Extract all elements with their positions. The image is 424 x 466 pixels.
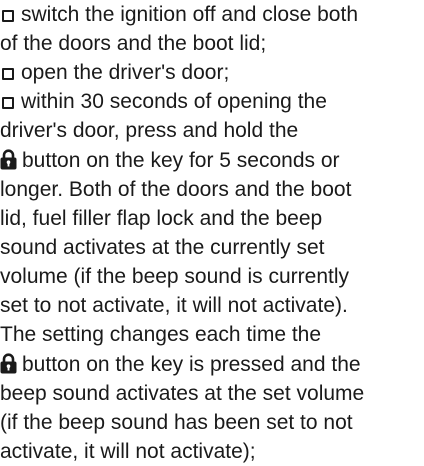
step-3-text-3: button on the key for 5 seconds or xyxy=(22,149,340,172)
padlock-icon xyxy=(0,149,17,170)
step-3-line-9: The setting changes each time the xyxy=(0,320,321,349)
step-2-line-1: open the driver's door; xyxy=(0,58,229,87)
step-1-text-2: of the doors and the boot lid; xyxy=(0,32,267,55)
step-1-text-1: switch the ignition off and close both xyxy=(21,3,358,26)
step-3-text-6: sound activates at the currently set xyxy=(0,236,325,259)
step-3-line-12: (if the beep sound has been set to not xyxy=(0,408,353,437)
step-3-text-12: (if the beep sound has been set to not xyxy=(0,411,353,434)
step-3-text-7: volume (if the beep sound is currently xyxy=(0,265,350,288)
step-3-line-13: activate, it will not activate); xyxy=(0,437,256,466)
step-3-line-8: set to not activate, it will not activat… xyxy=(0,291,348,320)
step-3-text-1: within 30 seconds of opening the xyxy=(21,90,327,113)
step-3-line-4: longer. Both of the doors and the boot xyxy=(0,175,351,204)
step-3-text-5: lid, fuel filler flap lock and the beep xyxy=(0,207,323,230)
step-1-line-2: of the doors and the boot lid; xyxy=(0,29,266,58)
step-3-line-2: driver's door, press and hold the xyxy=(0,116,298,145)
instruction-text: switch the ignition off and close both o… xyxy=(0,0,424,466)
step-3-line-11: beep sound activates at the set volume xyxy=(0,379,364,408)
step-3-line-6: sound activates at the currently set xyxy=(0,233,325,262)
step-3-text-4: longer. Both of the doors and the boot xyxy=(0,178,352,201)
step-3-line-7: volume (if the beep sound is currently xyxy=(0,262,349,291)
step-3-line-5: lid, fuel filler flap lock and the beep xyxy=(0,204,322,233)
step-3-line-3: button on the key for 5 seconds or xyxy=(0,146,340,175)
step-3-text-10: button on the key is pressed and the xyxy=(22,353,361,376)
step-1-line-1: switch the ignition off and close both xyxy=(0,0,358,29)
step-2-text-1: open the driver's door; xyxy=(21,61,230,84)
step-3-text-13: activate, it will not activate); xyxy=(0,440,256,463)
step-3-text-8: set to not activate, it will not activat… xyxy=(0,294,348,317)
step-3-line-1: within 30 seconds of opening the xyxy=(0,87,327,116)
checkbox-icon xyxy=(2,10,14,22)
checkbox-icon xyxy=(2,97,14,109)
checkbox-icon xyxy=(2,68,14,80)
step-3-text-11: beep sound activates at the set volume xyxy=(0,382,365,405)
step-3-line-10: button on the key is pressed and the xyxy=(0,350,361,379)
step-3-text-2: driver's door, press and hold the xyxy=(0,119,299,142)
padlock-icon xyxy=(0,353,17,374)
step-3-text-9: The setting changes each time the xyxy=(0,323,322,346)
